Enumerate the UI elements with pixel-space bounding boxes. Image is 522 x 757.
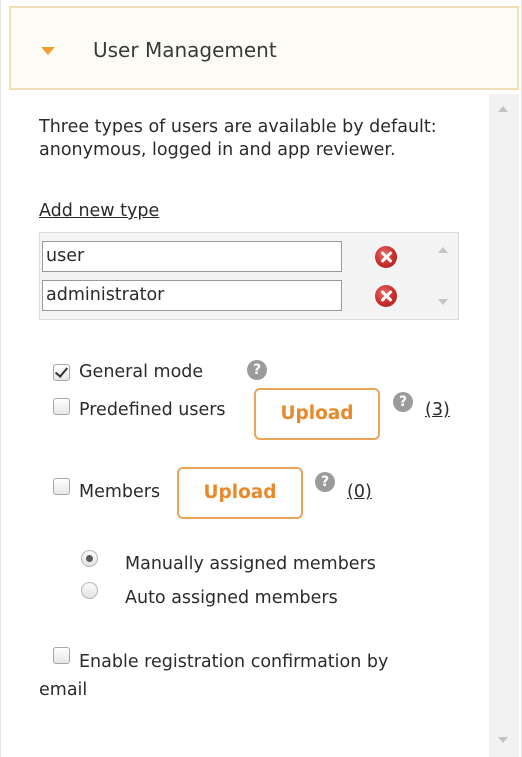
general-mode-checkbox[interactable] [53,364,70,381]
delete-icon[interactable] [375,246,397,268]
manually-assigned-radio[interactable] [81,550,98,567]
question-icon[interactable]: ? [393,392,413,412]
registration-confirmation-label: Enable registration confirmation by [79,652,389,672]
predefined-users-count-link[interactable]: (3) [425,400,450,420]
predefined-users-checkbox[interactable] [53,398,70,415]
auto-assigned-label: Auto assigned members [125,588,338,608]
scroll-down-arrow-icon[interactable] [438,299,448,305]
predefined-users-label: Predefined users [79,400,226,420]
description-text: Three types of users are available by de… [39,117,437,160]
user-types-list: user administrator [39,232,459,320]
panel-scrollbar[interactable] [489,94,519,757]
question-icon[interactable]: ? [247,360,267,380]
general-mode-label: General mode [79,362,204,382]
registration-confirmation-label-cont: email [39,680,88,700]
user-management-panel: User Management Three types of users are… [0,0,522,757]
user-type-field[interactable]: user [42,241,342,272]
members-upload-button[interactable]: Upload [177,467,303,519]
predefined-users-upload-button[interactable]: Upload [254,388,380,440]
section-body: Three types of users are available by de… [11,94,521,757]
members-checkbox[interactable] [53,478,70,495]
registration-confirmation-checkbox[interactable] [53,647,70,664]
members-count-link[interactable]: (0) [347,482,372,502]
user-type-field[interactable]: administrator [42,280,342,311]
delete-icon[interactable] [375,285,397,307]
add-new-type-link[interactable]: Add new type [39,201,159,221]
question-icon[interactable]: ? [315,472,335,492]
section-title: User Management [93,38,277,62]
members-label: Members [79,482,161,502]
scroll-down-arrow-icon[interactable] [498,737,508,743]
caret-down-icon[interactable] [41,47,55,55]
auto-assigned-radio[interactable] [81,582,98,599]
scroll-up-arrow-icon[interactable] [438,247,448,253]
manually-assigned-label: Manually assigned members [125,554,376,574]
scroll-up-arrow-icon[interactable] [498,106,508,112]
section-header[interactable]: User Management [9,6,519,90]
types-list-scrollbar[interactable] [428,233,458,319]
